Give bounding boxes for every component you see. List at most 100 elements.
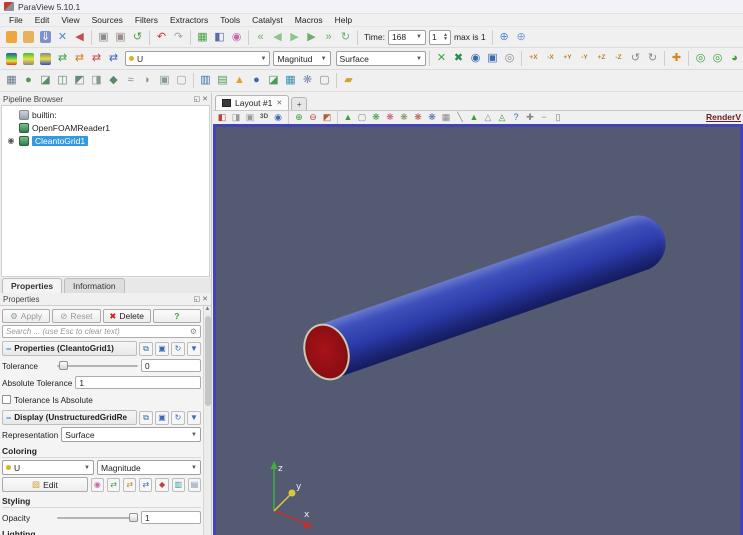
reset-button[interactable]: ⊘ Reset [52,309,101,323]
apply-color-icon[interactable]: ◀ [71,29,88,46]
toggle-3d-mode-button[interactable]: 3D [257,111,271,124]
rescale-visible-icon[interactable]: ⇄ [105,50,122,67]
shrink-selection-icon[interactable]: △ [481,111,495,124]
delete-button[interactable]: ✖ Delete [102,309,151,323]
tab-information[interactable]: Information [64,278,125,293]
auto-apply-icon[interactable]: ✕ [54,29,71,46]
dock-close-icon[interactable]: ✕ [202,295,208,303]
visibility-eye-icon[interactable]: ◉ [6,136,16,145]
menu-item[interactable]: Filters [129,14,164,26]
plot-selection-icon[interactable]: ▦ [282,72,299,89]
plot-over-line-icon[interactable]: ● [248,72,265,89]
view-minus-z-icon[interactable]: -Z [610,50,627,67]
python-shell-icon[interactable]: ▦ [194,29,211,46]
subtract-selection-icon[interactable]: − [537,111,551,124]
select-block-icon[interactable]: ❋ [397,111,411,124]
dock-float-icon[interactable]: ◱ [194,295,201,303]
screenshot-icon[interactable]: ◧ [211,29,228,46]
pipeline-item[interactable]: builtin: [2,108,209,121]
copy-display-icon[interactable]: ⧉ [139,410,153,425]
play-button[interactable]: ▶ [286,29,303,46]
load-state-icon[interactable]: ▣ [95,29,112,46]
quartile-chart-icon[interactable]: ▤ [214,72,231,89]
add-selection-icon[interactable]: ✚ [523,111,537,124]
show-orientation-axes-icon[interactable]: ◕ [726,50,743,67]
display-section-header[interactable]: − Display (UnstructuredGridRe [2,410,137,425]
render-viewport[interactable]: z y x [213,124,743,535]
frame-index-spinner[interactable]: 1 ▲ ▼ [428,29,451,45]
reset-session-icon[interactable]: ↺ [129,29,146,46]
magnifier-icon[interactable]: ◎ [501,50,518,67]
layout-tab[interactable]: Layout #1 ✕ [215,95,290,110]
search-input[interactable]: Search ... (use Esc to clear text) ⚙ [2,325,201,338]
open-recent-icon[interactable] [20,29,37,46]
capture-screenshot-icon[interactable]: ◧ [215,111,229,124]
redo-icon[interactable]: ↷ [170,29,187,46]
invert-colormap-icon[interactable]: ◆ [155,477,169,492]
pipe-geometry[interactable] [316,207,674,379]
threshold-icon[interactable]: ◩ [71,72,88,89]
find-data-icon[interactable]: ▢ [316,72,333,89]
extract-group-icon[interactable]: ▢ [173,72,190,89]
rotate-90-ccw-icon[interactable]: ↺ [627,50,644,67]
select-cells-rect-icon[interactable]: ▲ [341,111,355,124]
zoom-to-box-icon[interactable]: ▣ [484,50,501,67]
last-frame-button[interactable]: » [320,29,337,46]
view-minus-y-icon[interactable]: -Y [576,50,593,67]
menu-item[interactable]: Edit [29,14,56,26]
menu-item[interactable]: Sources [86,14,129,26]
coloring-component-combo[interactable]: Magnitude ▼ [97,460,201,475]
pipeline-item[interactable]: OpenFOAMReader1 [2,121,209,134]
menu-item[interactable]: Macros [289,14,329,26]
copy-screenshot-icon[interactable]: ◨ [229,111,243,124]
colormap-preset-icon[interactable]: ▥ [171,477,185,492]
render-view-title[interactable]: RenderV [706,112,741,122]
add-camera-link-icon[interactable]: ⊕ [292,111,306,124]
rescale-temporal-icon[interactable]: ⇄ [88,50,105,67]
paste-display-icon[interactable]: ▣ [155,410,169,425]
interactive-select-cells-icon[interactable]: ❋ [411,111,425,124]
rescale-temporal-icon[interactable]: ⇄ [139,477,153,492]
interactive-select-points-icon[interactable]: ❋ [425,111,439,124]
reset-defaults-icon[interactable]: ↻ [171,341,185,356]
measure-icon[interactable]: ▰ [340,72,357,89]
view-plus-z-icon[interactable]: +Z [593,50,610,67]
color-array-combo[interactable]: U ▼ [125,51,271,66]
save-defaults-icon[interactable]: ▼ [187,341,201,356]
view-plus-x-icon[interactable]: +X [525,50,542,67]
save-display-icon[interactable]: ▼ [187,410,201,425]
menu-item[interactable]: Help [329,14,358,26]
rescale-custom-range-icon[interactable]: ⇄ [71,50,88,67]
glyph-icon[interactable]: ◆ [105,72,122,89]
dock-close-icon[interactable]: ✕ [202,95,208,103]
menu-item[interactable]: View [55,14,85,26]
capture-view-icon[interactable]: ▣ [243,111,257,124]
pipeline-item[interactable]: ◉ CleantoGrid1 [2,134,209,147]
pick-center-icon[interactable]: ◎ [709,50,726,67]
stream-tracer-icon[interactable]: ≈ [122,72,139,89]
component-combo[interactable]: Magnitud ▼ [273,51,331,66]
rescale-data-range-icon[interactable]: ⇄ [54,50,71,67]
close-layout-icon[interactable]: ✕ [276,99,282,107]
clear-selection-icon[interactable]: ◬ [495,111,509,124]
time-value-combo[interactable]: 168 ▼ [387,29,426,45]
paste-properties-icon[interactable]: ▣ [155,341,169,356]
opacity-value-field[interactable]: 1 [141,511,201,524]
hover-points-icon[interactable]: ╲ [453,111,467,124]
tolerance-absolute-checkbox[interactable] [2,395,11,404]
selection-query-icon[interactable]: ? [509,111,523,124]
hover-cells-icon[interactable]: ▦ [439,111,453,124]
opacity-slider[interactable] [57,511,138,524]
calculator-icon[interactable]: ▦ [3,72,20,89]
delete-selection-icon[interactable]: ▯ [551,111,565,124]
reset-camera-icon[interactable]: ✕ [433,50,450,67]
first-frame-button[interactable]: « [252,29,269,46]
view-minus-x-icon[interactable]: -X [542,50,559,67]
apply-button[interactable]: ⚙ Apply [2,309,51,323]
spreadsheet-view-icon[interactable]: ▥ [197,72,214,89]
properties-scrollbar[interactable]: ▲ [203,306,211,535]
zoom-box-icon[interactable]: ◉ [271,111,285,124]
help-button[interactable]: ? [152,309,201,323]
warp-icon[interactable]: ◗ [139,72,156,89]
loop-button[interactable]: ↻ [337,29,354,46]
